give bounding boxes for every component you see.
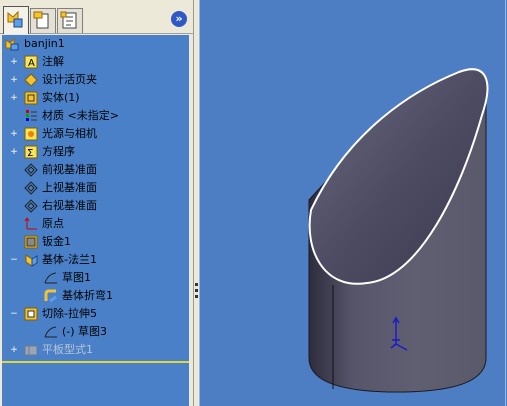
tree-item-right-plane[interactable]: 右视基准面 [2,198,189,215]
tree-root[interactable]: banjin1 [2,36,189,53]
tree-item-label: 方程序 [42,145,75,158]
tree-item-label: 前视基准面 [42,163,97,176]
feature-manager-panel: » banjin1 + A 注解 + 设计活页夹 + 实体(1) 材质 <未指定> + 光源与相机… [0,0,194,406]
tree-item-front-plane[interactable]: 前视基准面 [2,162,189,179]
tree-item-label: 材质 <未指定> [42,109,119,122]
tree-item-label: 平板型式1 [42,343,93,356]
tree-item-base-bend[interactable]: 基体折弯1 [2,288,189,305]
tree-item-flat-pattern[interactable]: + 平板型式1 [2,342,189,359]
front-plane-icon [24,163,38,177]
svg-text:Σ: Σ [27,148,33,159]
expander-toggle[interactable]: + [10,148,18,157]
sheet-metal-icon [24,235,38,249]
tree-item-cut-extrude[interactable]: − 切除-拉伸5 [2,306,189,323]
model-view [308,68,489,393]
tree-item-label: 草图1 [62,271,91,284]
tree-empty-area [2,363,189,406]
annotations-icon: A [24,55,38,69]
graphics-viewport[interactable] [199,0,507,406]
origin-icon [24,217,37,230]
tree-item-label: 设计活页夹 [42,73,97,86]
tree-item-design-binder[interactable]: + 设计活页夹 [2,72,189,89]
expander-toggle[interactable]: + [10,94,18,103]
tree-item-label: (-) 草图3 [62,325,108,338]
tree-item-sketch[interactable]: 草图1 [2,270,189,287]
tree-item-label: 注解 [42,55,64,68]
tree-item-label: 钣金1 [42,235,71,248]
manager-tabbar: » [0,0,193,34]
tree-item-annotations[interactable]: + A 注解 [2,54,189,71]
flat-pattern-icon [24,345,38,356]
tree-item-label: 右视基准面 [42,199,97,212]
expander-toggle[interactable]: + [10,58,18,67]
feature-tree: banjin1 + A 注解 + 设计活页夹 + 实体(1) 材质 <未指定> + 光源与相机 + Σ… [2,35,189,361]
cut-extrude-icon [24,307,38,321]
design-binder-icon [24,73,38,87]
expander-toggle[interactable]: + [10,346,18,355]
configuration-manager-icon [60,11,77,29]
tree-item-label: 原点 [42,217,64,230]
tree-item-label: 切除-拉伸5 [42,307,97,320]
tree-item-label: 基体折弯1 [62,289,113,302]
equations-icon: Σ [24,145,38,159]
tree-item-label: 上视基准面 [42,181,97,194]
expander-toggle[interactable]: + [10,130,18,139]
collapse-panel-button[interactable]: » [171,11,187,27]
tree-item-top-plane[interactable]: 上视基准面 [2,180,189,197]
right-plane-icon [24,199,38,213]
tree-item-material[interactable]: 材质 <未指定> [2,108,189,125]
tab-configuration-manager[interactable] [57,8,83,33]
solid-bodies-icon [24,91,38,105]
top-plane-icon [24,181,38,195]
feature-tree-icon [7,10,23,28]
expander-toggle[interactable]: − [10,256,18,265]
lights-cameras-icon [24,127,38,141]
property-manager-icon [33,11,49,29]
tab-feature-manager[interactable] [3,6,29,34]
tree-item-solid-bodies[interactable]: + 实体(1) [2,90,189,107]
tree-item-label: 基体-法兰1 [42,253,97,266]
expander-toggle[interactable]: + [10,76,18,85]
tree-item-base-flange[interactable]: − 基体-法兰1 [2,252,189,269]
svg-text:A: A [28,58,35,69]
tree-item-sketch[interactable]: (-) 草图3 [2,324,189,341]
expander-toggle[interactable]: − [10,310,18,319]
tree-item-label: 实体(1) [42,91,80,104]
tab-property-manager[interactable] [30,8,56,33]
tree-root-label: banjin1 [24,37,65,50]
sketch-icon [44,272,57,284]
base-flange-icon [25,254,38,267]
tree-item-lights-cameras[interactable]: + 光源与相机 [2,126,189,143]
sketch-icon [44,326,57,338]
tree-item-equations[interactable]: + Σ 方程序 [2,144,189,161]
part-icon [5,37,19,51]
base-bend-icon [44,289,57,303]
tree-item-origin[interactable]: 原点 [2,216,189,233]
tree-item-sheet-metal[interactable]: 钣金1 [2,234,189,251]
material-icon [26,110,37,121]
tree-item-label: 光源与相机 [42,127,97,140]
